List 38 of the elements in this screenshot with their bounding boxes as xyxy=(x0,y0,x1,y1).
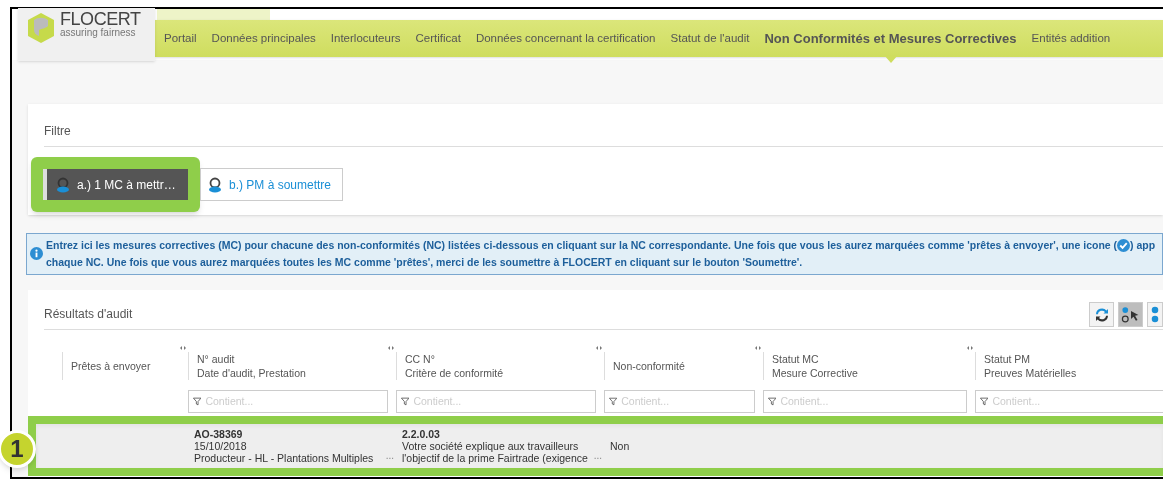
column-header: Preuves Matérielles xyxy=(984,366,1078,380)
results-title: Résultats d'audit xyxy=(44,306,134,323)
callout-badge: 1 xyxy=(0,430,36,468)
table-cell-text: 15/10/2018 xyxy=(194,440,248,452)
filter-button[interactable]: b.) PM à soumettre xyxy=(200,168,343,201)
table-cell-text: l'objectif de la prime Fairtrade (exigence xyxy=(402,452,589,464)
column-header: Non-conformité xyxy=(613,359,686,373)
column-header: Mesure Corrective xyxy=(772,366,859,380)
table-cell-text: Votre société explique aux travailleurs xyxy=(402,440,580,452)
more-indicator[interactable]: ... xyxy=(593,450,602,462)
info-text: Entrez ici les mesures correctives (MC) pour chacune des non-conformités (NC) listées ci-dessous en cliquant sur la NC correspondante. Une fois que vous les aurez marquées comme 'prêtes à envoyer', une icone ( xyxy=(46,238,1118,253)
table-cell-text: Producteur - HL - Plantations Multiples xyxy=(194,452,375,464)
info-text: chaque NC. Une fois que vous aurez marquées toutes les MC comme 'prêtes', merci de les soumettre à FLOCERT en cliquant sur le bouton 'Soumettre'. xyxy=(46,255,804,270)
nav-tab[interactable]: Non Conformités et Mesures Correctives xyxy=(764,28,1017,49)
column-header: CC N° xyxy=(405,352,436,366)
logo-wordmark: FLOCERT xyxy=(60,10,141,28)
info-text: ) app xyxy=(1130,238,1156,253)
column-header: Statut MC xyxy=(772,352,820,366)
filter-title: Filtre xyxy=(44,122,1163,147)
nav-tab[interactable]: Portail xyxy=(164,29,197,48)
table-row[interactable]: AO-38369 15/10/2018 Producteur - HL - Plantations Multiples ... 2.2.0.03 Votre société explique aux travailleurs l'objectif de la prime Fairtrade (exigence ... Non xyxy=(36,424,1163,468)
filter-button[interactable]: a.) 1 MC à mettr… xyxy=(43,169,188,200)
nav-tab[interactable]: Statut de l'audit xyxy=(670,29,750,48)
logo-tagline: assuring fairness xyxy=(60,28,137,38)
table-cell-text: Non xyxy=(610,440,631,452)
column-header: Critère de conformité xyxy=(405,366,505,380)
nav-tab[interactable]: Données concernant la certification xyxy=(475,29,656,48)
nav-tab[interactable]: Certificat xyxy=(415,29,461,48)
column-header: Date d'audit, Prestation xyxy=(197,366,307,380)
more-indicator[interactable]: ... xyxy=(385,450,394,462)
column-header: N° audit xyxy=(197,352,236,366)
table-cell-text: 2.2.0.03 xyxy=(402,428,441,440)
column-header: Statut PM xyxy=(984,352,1032,366)
column-header: Prêtes à envoyer xyxy=(71,359,152,373)
table-cell-text: AO-38369 xyxy=(194,428,244,440)
nav-tab[interactable]: Données principales xyxy=(211,29,316,48)
nav-tab[interactable]: Interlocuteurs xyxy=(330,29,401,48)
nav-tab[interactable]: Entités addition xyxy=(1031,29,1111,48)
